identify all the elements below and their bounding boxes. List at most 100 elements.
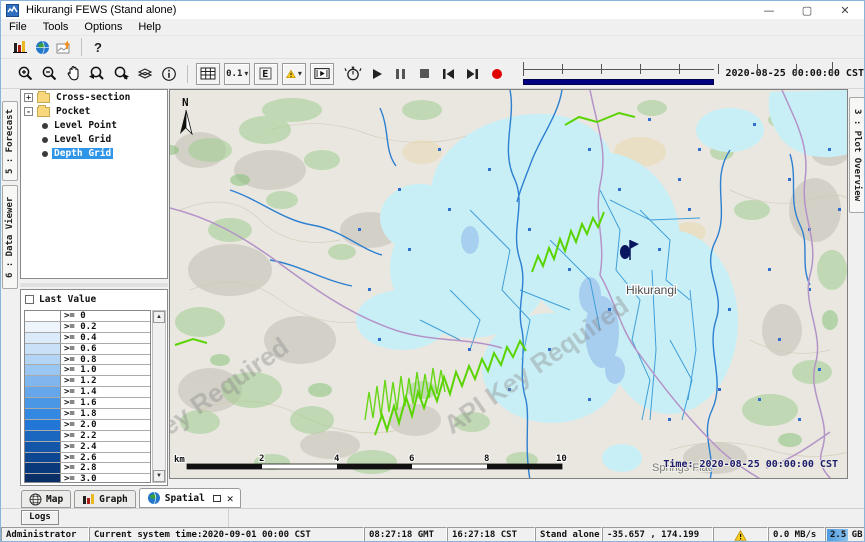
legend-row[interactable]: >= 2.6 (25, 453, 150, 464)
record-button[interactable] (485, 63, 509, 85)
minimize-button[interactable]: — (750, 1, 788, 19)
legend-row-label: >= 1.0 (61, 365, 150, 375)
warnings-dropdown[interactable]: ▾ (282, 63, 306, 85)
tree-item-depth-grid[interactable]: Depth Grid (52, 148, 113, 159)
legend-row[interactable]: >= 2.2 (25, 431, 150, 442)
step-forward-button[interactable] (461, 63, 485, 85)
help-button[interactable]: ? (88, 40, 108, 55)
legend-row[interactable]: >= 0.8 (25, 355, 150, 366)
map-viewport[interactable]: API Key Required API Key Required Hikura… (169, 89, 848, 479)
logs-row: Logs (1, 509, 864, 527)
legend-row-label: >= 1.8 (61, 409, 150, 419)
menu-help[interactable]: Help (130, 21, 169, 33)
legend-row-label: >= 0.8 (61, 355, 150, 365)
map-display-icon[interactable] (31, 38, 53, 56)
animation-window-icon[interactable] (310, 63, 334, 85)
database-display-icon[interactable] (9, 38, 31, 56)
animation-speed-icon[interactable] (341, 63, 365, 85)
layers-icon[interactable] (133, 63, 157, 85)
legend-row[interactable]: >= 0.2 (25, 322, 150, 333)
svg-text:8: 8 (484, 454, 489, 464)
legend-color-swatch (25, 322, 61, 332)
map-toolbar: 0.1 ▾ E ▾ (1, 58, 864, 89)
spatial-display-icon[interactable] (53, 38, 75, 56)
scroll-down-icon[interactable]: ▼ (153, 470, 165, 482)
status-network-speed: 0.0 MB/s (768, 527, 825, 542)
legend-row[interactable]: >= 1.2 (25, 376, 150, 387)
step-back-button[interactable] (437, 63, 461, 85)
collapse-icon[interactable]: - (24, 107, 33, 116)
last-value-checkbox[interactable] (25, 295, 34, 304)
legend-row-label: >= 2.0 (61, 420, 150, 430)
legend-row[interactable]: >= 1.6 (25, 398, 150, 409)
svg-text:6: 6 (409, 454, 414, 464)
legend-row[interactable]: >= 2.0 (25, 420, 150, 431)
tab-map[interactable]: Map (21, 490, 71, 508)
info-icon[interactable] (157, 63, 181, 85)
menu-tools[interactable]: Tools (35, 21, 77, 33)
legend-row-label: >= 1.6 (61, 398, 150, 408)
menu-file[interactable]: File (1, 21, 35, 33)
tab-graph[interactable]: Graph (74, 490, 136, 508)
legend-row[interactable]: >= 3.0 (25, 474, 150, 483)
timeline-slider[interactable] (519, 61, 718, 87)
zoom-in-icon[interactable] (13, 63, 37, 85)
play-button[interactable] (365, 63, 389, 85)
legend-toggle-button[interactable]: E (254, 63, 278, 85)
tree-row[interactable]: Depth Grid (21, 147, 167, 160)
pause-button[interactable] (389, 63, 413, 85)
scroll-up-icon[interactable]: ▲ (153, 311, 165, 323)
current-timestep: 2020-08-25 00:00:00 CST (726, 68, 864, 79)
tab-plot-overview[interactable]: 3 : Plot Overview (849, 97, 865, 213)
status-warning-cell[interactable] (713, 527, 768, 542)
zoom-previous-icon[interactable] (85, 63, 109, 85)
pan-hand-icon[interactable] (61, 63, 85, 85)
legend-row[interactable]: >= 0 (25, 311, 150, 322)
grid-display-icon[interactable] (196, 63, 220, 85)
tree-item-cross-section[interactable]: Cross-section (54, 92, 132, 103)
tab-data-viewer[interactable]: 6 : Data Viewer (2, 185, 18, 289)
tab-spatial[interactable]: Spatial ✕ (139, 488, 242, 508)
tree-row[interactable]: Level Point (21, 119, 167, 132)
panel-splitter[interactable] (20, 283, 168, 287)
menu-options[interactable]: Options (76, 21, 130, 33)
legend-color-swatch (25, 409, 61, 419)
legend-row[interactable]: >= 2.8 (25, 463, 150, 474)
tree-row[interactable]: Level Grid (21, 133, 167, 146)
main-toolbar: ? (1, 36, 864, 58)
legend-title: Last Value (39, 294, 96, 305)
tree-row[interactable]: + Cross-section (21, 91, 167, 104)
folder-icon (37, 93, 50, 103)
legend-rows: >= 0>= 0.2>= 0.4>= 0.6>= 0.8>= 1.0>= 1.2… (24, 310, 151, 483)
maximize-button[interactable]: ▢ (788, 1, 826, 19)
zoom-next-icon[interactable] (109, 63, 133, 85)
logs-button[interactable]: Logs (21, 510, 59, 525)
close-button[interactable]: ✕ (826, 1, 864, 19)
status-mode: Stand alone (535, 527, 602, 542)
status-bar: Administrator Current system time:2020-0… (1, 527, 865, 542)
tab-forecast[interactable]: 5 : Forecast (2, 101, 18, 181)
tree-row[interactable]: - Pocket (21, 105, 167, 118)
tab-maximize-icon[interactable] (213, 495, 221, 502)
legend-color-swatch (25, 365, 61, 375)
stop-button[interactable] (413, 63, 437, 85)
tree-item-level-grid[interactable]: Level Grid (52, 134, 113, 145)
tree-item-pocket[interactable]: Pocket (54, 106, 92, 117)
status-gmt-time: 08:27:18 GMT (364, 527, 447, 542)
legend-row[interactable]: >= 1.4 (25, 387, 150, 398)
legend-row-label: >= 1.2 (61, 376, 150, 386)
legend-row[interactable]: >= 1.8 (25, 409, 150, 420)
legend-row[interactable]: >= 0.4 (25, 333, 150, 344)
legend-row[interactable]: >= 0.6 (25, 344, 150, 355)
legend-row[interactable]: >= 1.0 (25, 365, 150, 376)
expand-icon[interactable]: + (24, 93, 33, 102)
svg-text:N: N (182, 96, 189, 109)
contour-interval-dropdown[interactable]: 0.1 ▾ (224, 63, 250, 85)
legend-scrollbar[interactable]: ▲ ▼ (152, 310, 166, 483)
legend-row[interactable]: >= 2.4 (25, 442, 150, 453)
svg-text:10: 10 (556, 454, 567, 464)
legend-color-swatch (25, 453, 61, 463)
tree-item-level-point[interactable]: Level Point (52, 120, 119, 131)
zoom-out-icon[interactable] (37, 63, 61, 85)
tab-close-icon[interactable]: ✕ (227, 492, 234, 505)
